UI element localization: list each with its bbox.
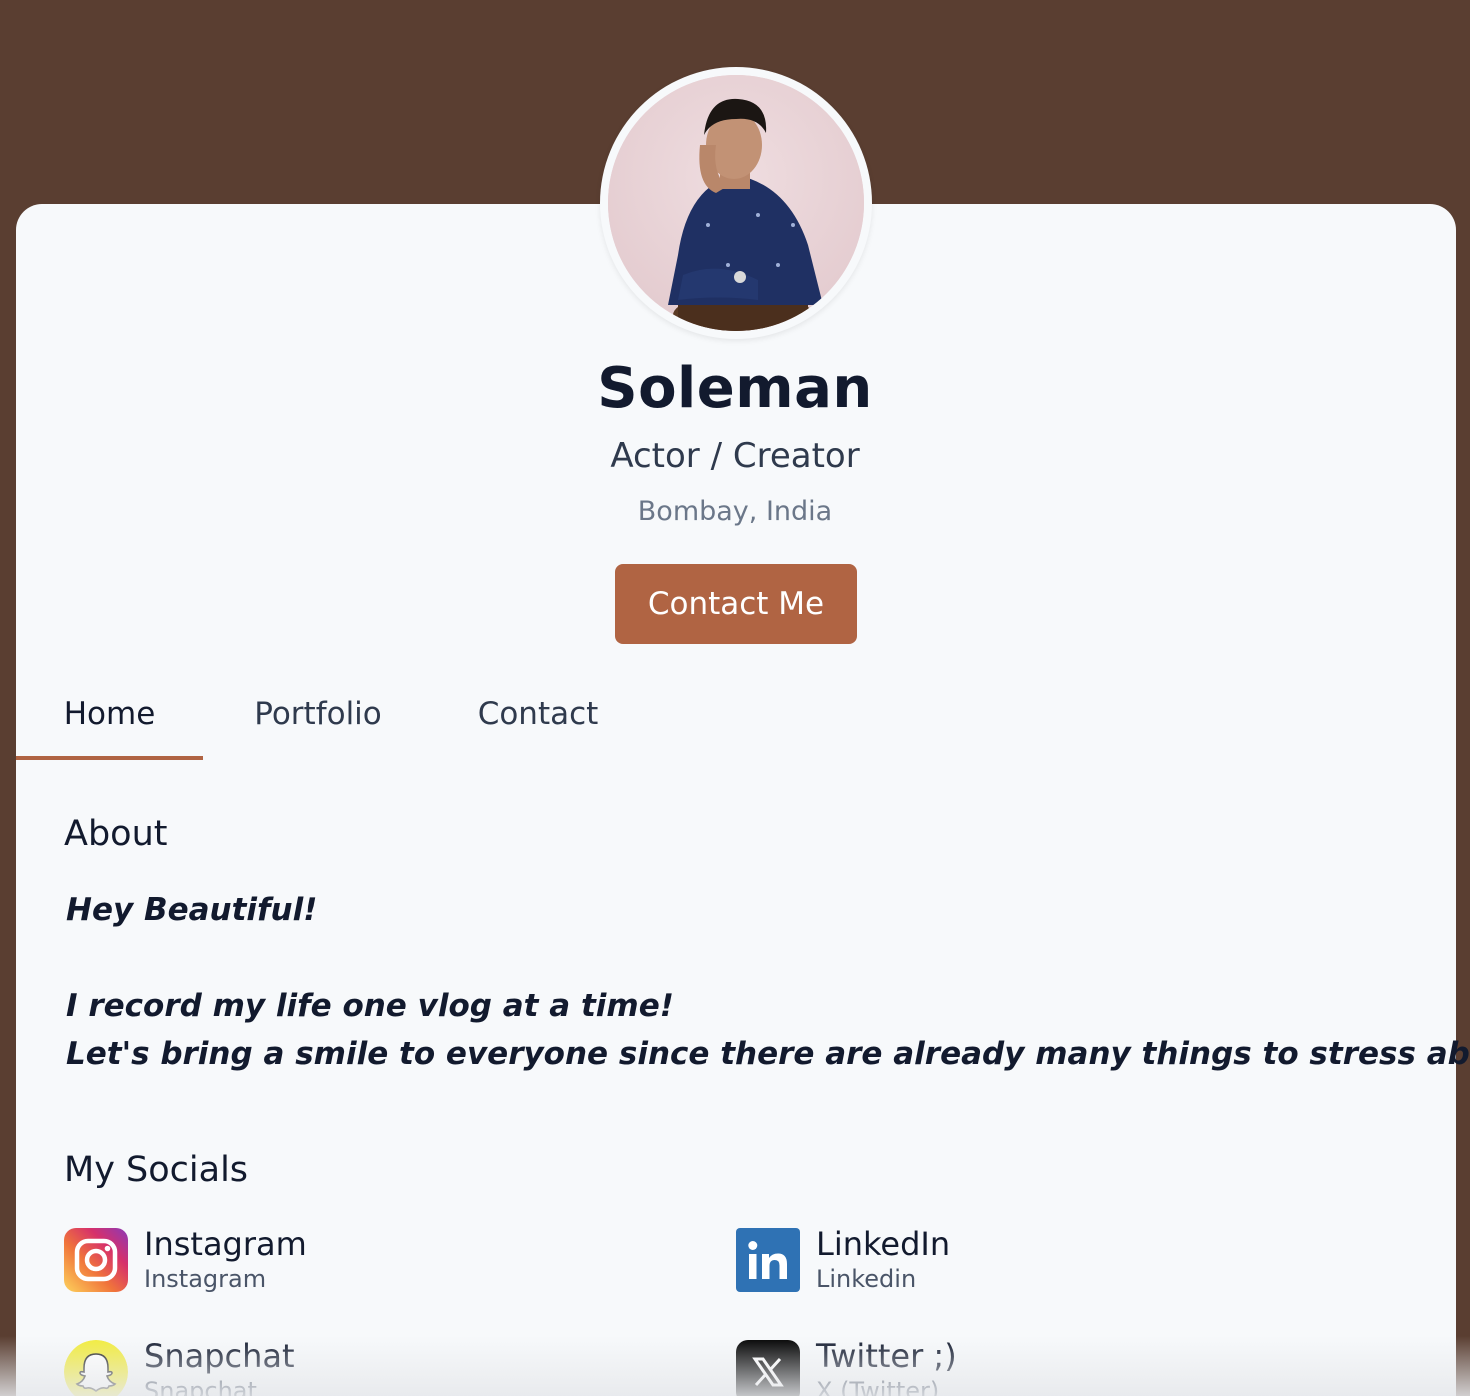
- contact-me-button[interactable]: Contact Me: [615, 564, 857, 644]
- profile-photo: [608, 75, 864, 331]
- social-name: Twitter ;): [816, 1337, 957, 1375]
- about-title: About: [64, 814, 168, 854]
- social-linkedin[interactable]: LinkedIn Linkedin: [736, 1225, 951, 1308]
- social-name: LinkedIn: [816, 1225, 951, 1263]
- profile-name: Soleman: [597, 356, 873, 421]
- social-name: Instagram: [144, 1225, 307, 1263]
- social-sub: Snapchat: [144, 1377, 257, 1396]
- profile-page: Soleman Actor / Creator Bombay, India Co…: [0, 0, 1470, 1396]
- about-line-vlog: I record my life one vlog at a time!: [66, 988, 674, 1024]
- social-sub: Linkedin: [816, 1265, 917, 1293]
- about-line-smile: Let's bring a smile to everyone since th…: [66, 1036, 1470, 1072]
- social-twitter[interactable]: Twitter ;) X (Twitter): [736, 1337, 957, 1396]
- x-twitter-icon: [736, 1340, 800, 1396]
- social-sub: Instagram: [144, 1265, 267, 1293]
- tab-bar: Home Portfolio Contact: [16, 688, 716, 760]
- profile-subtitle: Actor / Creator: [610, 436, 860, 476]
- snapchat-icon: [64, 1340, 128, 1396]
- tab-contact[interactable]: Contact: [456, 688, 620, 760]
- instagram-icon: [64, 1228, 128, 1292]
- social-instagram[interactable]: Instagram Instagram: [64, 1225, 307, 1308]
- profile-location: Bombay, India: [637, 496, 833, 527]
- tab-portfolio[interactable]: Portfolio: [228, 688, 408, 760]
- social-sub: X (Twitter): [816, 1377, 940, 1396]
- socials-title: My Socials: [64, 1150, 249, 1190]
- social-name: Snapchat: [144, 1337, 295, 1375]
- social-snapchat[interactable]: Snapchat Snapchat: [64, 1337, 295, 1396]
- tab-home[interactable]: Home: [16, 688, 203, 760]
- avatar: [600, 67, 872, 339]
- about-line-greeting: Hey Beautiful!: [66, 892, 318, 928]
- linkedin-icon: [736, 1228, 800, 1292]
